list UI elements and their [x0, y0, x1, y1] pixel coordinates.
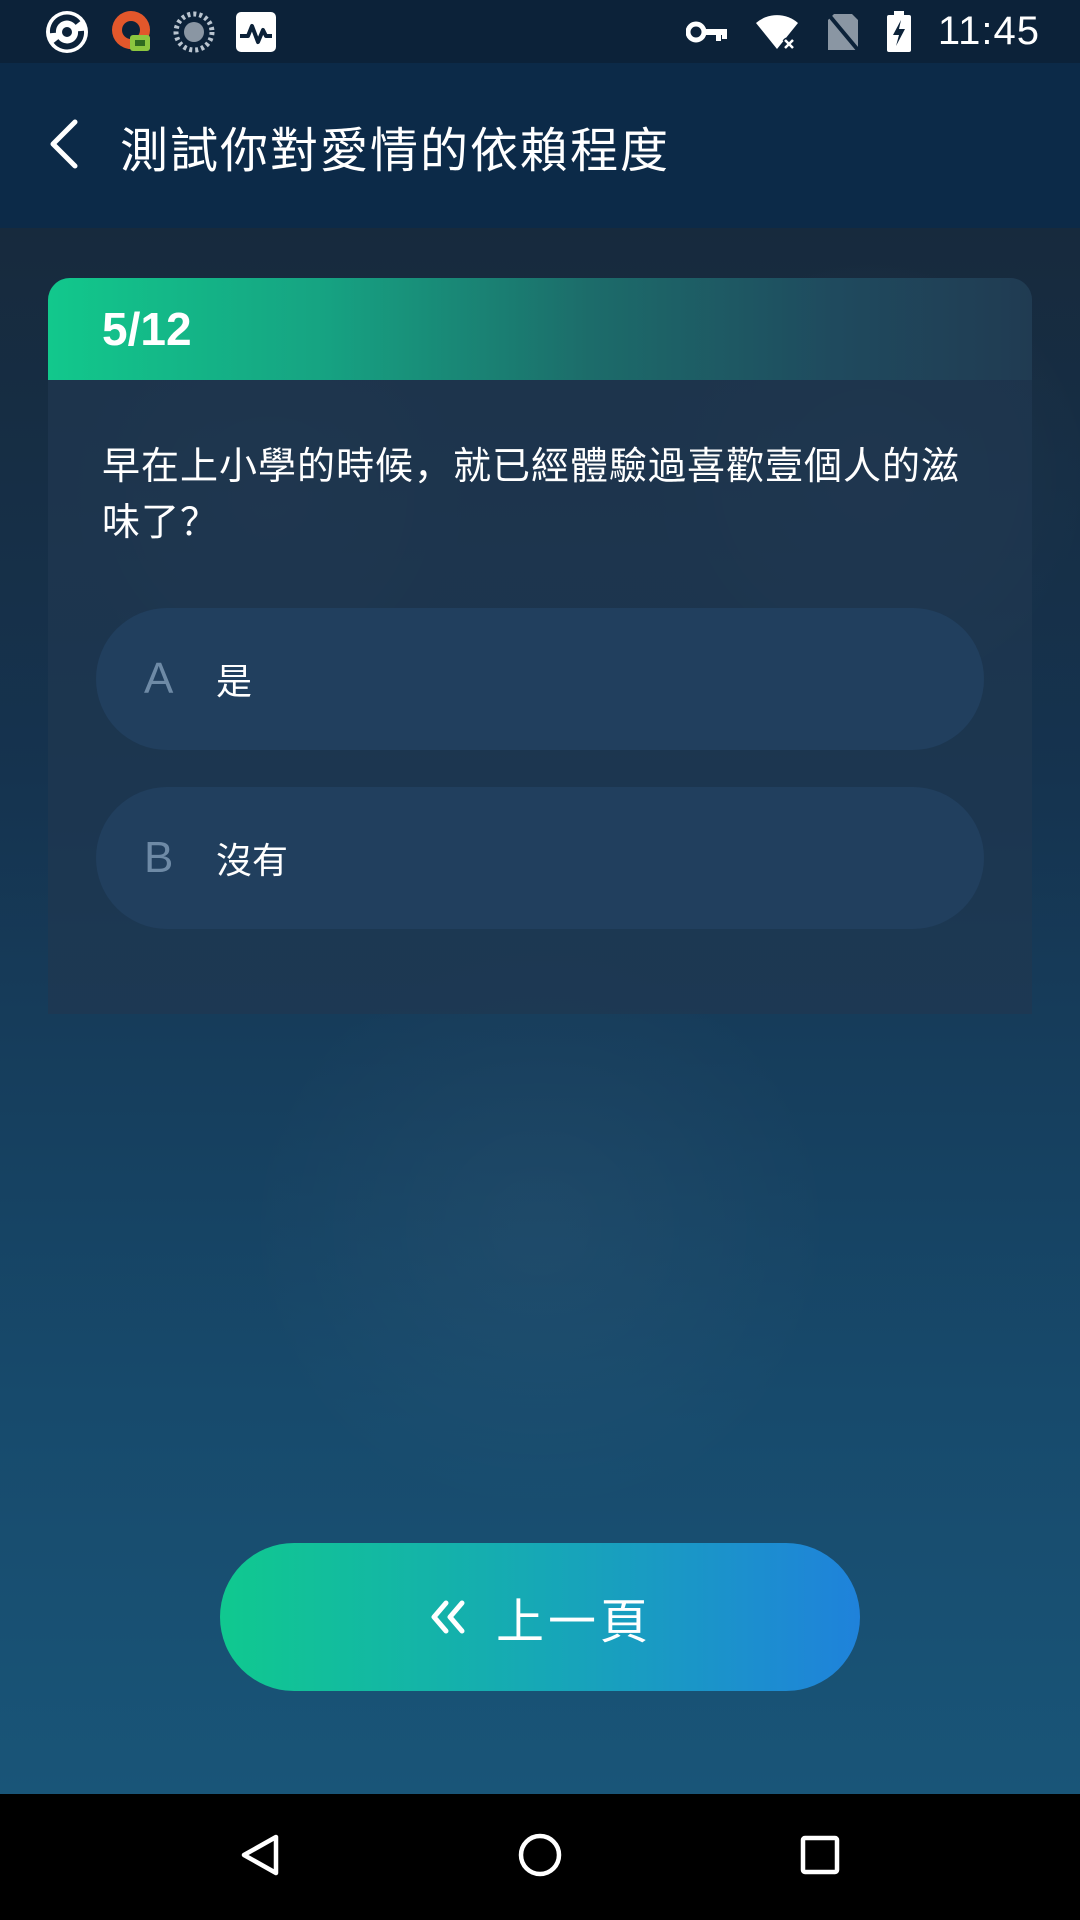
clock: 11:45 — [937, 9, 1040, 53]
option-text: 是 — [216, 662, 253, 703]
chevron-left-icon — [45, 116, 85, 176]
option-letter: A — [144, 654, 174, 703]
double-chevron-left-icon — [428, 1597, 468, 1637]
option-b-button[interactable]: B 沒有 — [96, 787, 984, 929]
nav-back-icon — [238, 1831, 282, 1883]
system-icons: 11:45 — [660, 9, 1040, 54]
option-text: 沒有 — [216, 841, 289, 882]
navigation-bar — [0, 1794, 1080, 1920]
card-header: 5/12 — [48, 278, 1032, 380]
nav-home-button[interactable] — [485, 1802, 595, 1912]
nav-recents-button[interactable] — [765, 1802, 875, 1912]
option-letter: B — [144, 833, 174, 882]
loading-icon — [172, 10, 216, 54]
wifi-icon — [754, 13, 800, 51]
nav-back-button[interactable] — [205, 1802, 315, 1912]
activity-icon — [234, 10, 278, 54]
option-a-button[interactable]: A 是 — [96, 608, 984, 750]
no-sim-icon — [826, 12, 860, 52]
vpn-app-icon — [108, 9, 154, 55]
question-progress: 5/12 — [102, 303, 192, 355]
question-card: 5/12 早在上小學的時候，就已經體驗過喜歡壹個人的滋味了？ A 是 B 沒有 — [48, 278, 1032, 1014]
question-text: 早在上小學的時候，就已經體驗過喜歡壹個人的滋味了？ — [102, 444, 961, 544]
notification-icons — [44, 9, 296, 55]
back-button[interactable] — [10, 86, 120, 206]
status-bar: 11:45 — [0, 0, 1080, 63]
battery-charging-icon — [886, 10, 912, 53]
page-title: 測試你對愛情的依賴程度 — [120, 122, 671, 179]
app-logo-icon — [44, 9, 90, 55]
nav-home-icon — [517, 1832, 563, 1882]
key-icon — [685, 19, 728, 45]
nav-recents-icon — [799, 1834, 841, 1880]
app-bar: 測試你對愛情的依賴程度 — [0, 63, 1080, 228]
previous-page-label: 上一頁 — [495, 1594, 652, 1650]
previous-page-button[interactable]: 上一頁 — [220, 1543, 860, 1691]
